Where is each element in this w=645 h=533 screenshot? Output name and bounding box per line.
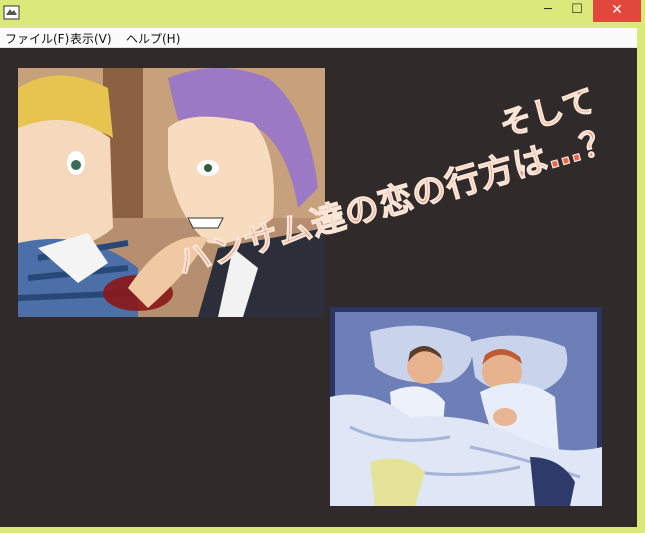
app-icon[interactable] <box>3 4 20 21</box>
game-canvas[interactable]: そして ハンサム達の恋の行方は…？ <box>0 48 637 527</box>
scene-image-confrontation <box>18 68 325 317</box>
menu-view[interactable]: 表示(V) <box>70 30 112 47</box>
minimize-button[interactable]: ─ <box>534 0 562 22</box>
maximize-button[interactable]: ☐ <box>563 0 591 22</box>
title-bar[interactable]: ─ ☐ ✕ <box>0 0 645 28</box>
close-button[interactable]: ✕ <box>593 0 641 22</box>
menu-file[interactable]: ファイル(F) <box>5 30 69 47</box>
menu-bar: ファイル(F) 表示(V) ヘルプ(H) <box>0 28 637 48</box>
menu-help[interactable]: ヘルプ(H) <box>126 30 180 47</box>
scene-image-bed <box>330 307 602 506</box>
